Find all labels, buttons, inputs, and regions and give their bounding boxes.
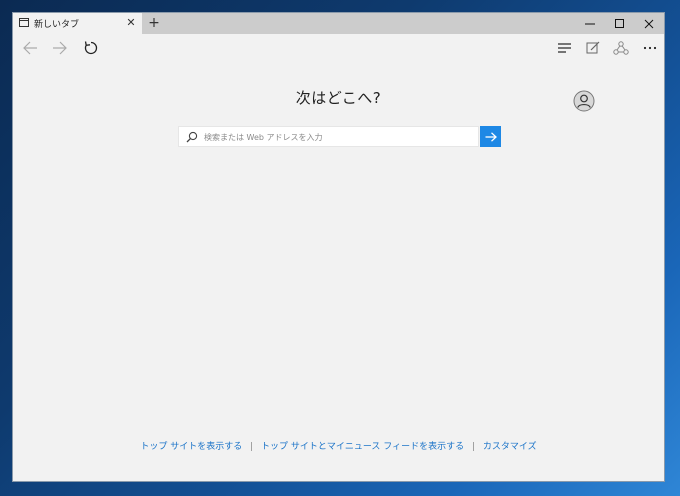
show-top-sites-and-news-link[interactable]: トップ サイトとマイニュース フィードを表示する xyxy=(261,442,464,452)
back-button[interactable] xyxy=(19,37,41,59)
tab-close-icon[interactable]: ✕ xyxy=(125,16,137,30)
arrow-right-icon xyxy=(53,41,67,55)
web-note-icon xyxy=(586,41,600,54)
search-input[interactable] xyxy=(204,129,472,145)
tab-title: 新しいタブ xyxy=(34,20,80,30)
search-go-button[interactable] xyxy=(480,126,501,147)
more-button[interactable] xyxy=(639,37,661,59)
profile-icon[interactable] xyxy=(573,90,595,112)
refresh-button[interactable] xyxy=(80,37,102,59)
footer-separator: | xyxy=(471,442,476,452)
show-top-sites-link[interactable]: トップ サイトを表示する xyxy=(140,442,242,452)
close-icon xyxy=(644,19,654,28)
new-tab-button[interactable]: + xyxy=(146,14,162,32)
footer-links: トップ サイトを表示する | トップ サイトとマイニュース フィードを表示する … xyxy=(13,439,664,452)
tab-new-tab[interactable]: 新しいタブ ✕ xyxy=(13,13,142,34)
tab-page-icon xyxy=(19,18,29,27)
footer-separator: | xyxy=(250,442,254,452)
search-box[interactable] xyxy=(178,126,479,147)
maximize-icon xyxy=(615,18,624,28)
forward-button[interactable] xyxy=(49,37,71,59)
page-heading: 次はどこへ? xyxy=(295,89,382,107)
hub-button[interactable] xyxy=(554,37,576,59)
navigation-bar xyxy=(13,34,664,62)
search-icon xyxy=(186,131,198,143)
more-icon xyxy=(643,46,657,50)
share-button[interactable] xyxy=(610,37,632,59)
minimize-button[interactable] xyxy=(575,13,605,34)
customize-link[interactable]: カスタマイズ xyxy=(483,442,537,452)
arrow-right-icon xyxy=(485,131,497,142)
browser-window: 新しいタブ ✕ + 次はどこへ? 検索または Web アドレスを入力 トップ サ… xyxy=(12,12,665,482)
close-window-button[interactable] xyxy=(634,13,664,34)
arrow-left-icon xyxy=(23,41,37,55)
refresh-icon xyxy=(84,41,98,55)
minimize-icon xyxy=(585,23,595,24)
title-bar: 新しいタブ ✕ + xyxy=(13,13,664,34)
share-icon xyxy=(613,41,629,55)
maximize-button[interactable] xyxy=(605,13,635,34)
web-note-button[interactable] xyxy=(582,37,604,59)
hub-icon xyxy=(558,43,571,53)
